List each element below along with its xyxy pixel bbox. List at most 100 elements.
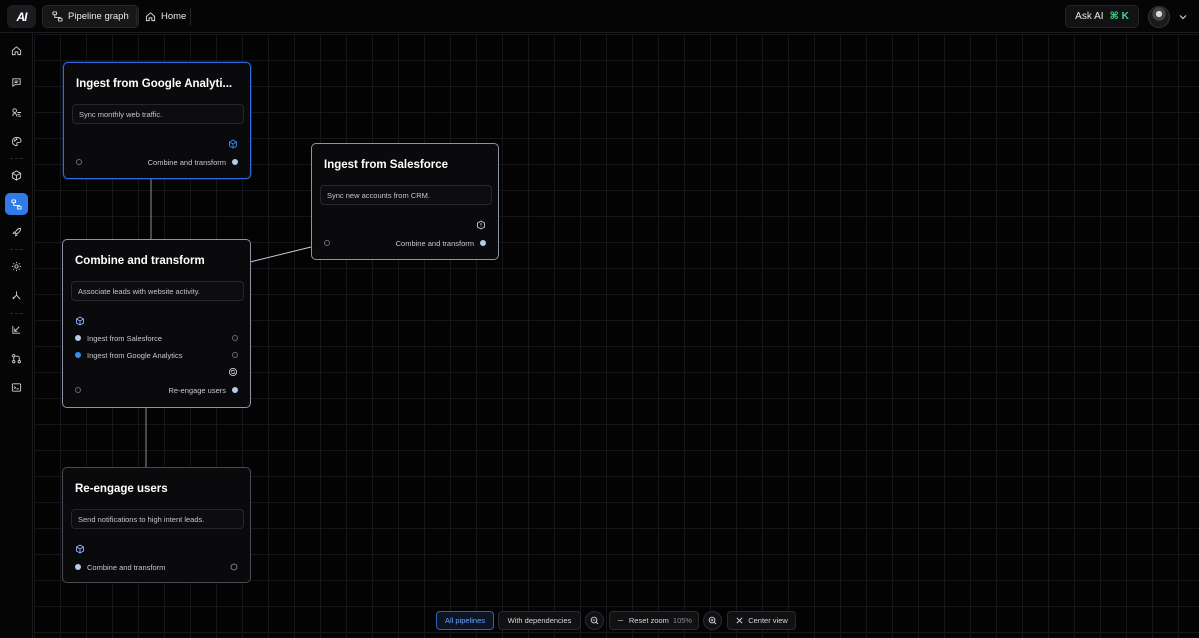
node-ingest-salesforce[interactable]: Ingest from Salesforce Sync new accounts…: [311, 143, 499, 260]
node-ingest-google-analytics[interactable]: Ingest from Google Analyti... Sync month…: [63, 62, 251, 179]
pipeline-icon: [11, 198, 22, 210]
avatar: [1148, 5, 1170, 28]
ask-ai-button[interactable]: Ask AI ⌘ K: [1065, 5, 1139, 28]
salesforce-icon: [477, 220, 485, 230]
sidebar-item-palette[interactable]: [5, 130, 28, 152]
close-icon: [736, 617, 743, 624]
sidebar-item-deploy[interactable]: [5, 221, 28, 243]
node-port-row: Combine and transform: [324, 238, 486, 248]
node-description[interactable]: Associate leads with website activity.: [71, 281, 244, 301]
graph-icon: [52, 11, 63, 22]
connector-port[interactable]: [232, 335, 238, 341]
with-dependencies-button[interactable]: With dependencies: [498, 611, 581, 630]
rocket-icon: [12, 227, 22, 237]
tab-pipeline-graph[interactable]: Pipeline graph: [42, 5, 139, 28]
zoom-out-icon: [590, 616, 599, 625]
node-port-row: Combine and transform: [76, 157, 238, 167]
input-port[interactable]: [75, 387, 81, 393]
output-port[interactable]: [232, 387, 238, 393]
input-label: Ingest from Salesforce: [87, 333, 163, 343]
sidebar-item-box[interactable]: [5, 164, 28, 186]
sidebar-divider: [10, 313, 23, 314]
sidebar-item-terminal[interactable]: [5, 376, 28, 398]
palette-icon: [11, 136, 22, 146]
sidebar-item-home[interactable]: [5, 39, 28, 61]
node-action-icon[interactable]: [230, 563, 238, 571]
center-view-label: Center view: [748, 616, 788, 625]
zoom-out-button[interactable]: [585, 611, 604, 630]
input-port[interactable]: [75, 335, 81, 341]
zoom-in-icon: [708, 616, 717, 625]
top-bar: AI Pipeline graph Home Ask AI ⌘ K: [0, 0, 1199, 33]
gear-icon: [11, 261, 22, 271]
reset-zoom-label: Reset zoom: [628, 616, 669, 625]
sidebar-divider: [10, 158, 23, 159]
tab-label: Home: [161, 11, 187, 22]
output-port[interactable]: [232, 159, 238, 165]
sidebar: [0, 33, 33, 638]
app-logo[interactable]: AI: [7, 5, 36, 28]
sidebar-item-import[interactable]: [5, 318, 28, 340]
sidebar-item-pipelines[interactable]: [5, 193, 28, 215]
reset-zoom-button[interactable]: Reset zoom 105%: [609, 611, 699, 630]
input-label: Ingest from Google Analytics: [87, 350, 183, 360]
sidebar-item-agent[interactable]: [5, 101, 28, 123]
chevron-down-icon: [1179, 14, 1187, 19]
all-pipelines-button[interactable]: All pipelines: [436, 611, 494, 630]
node-title: Re-engage users: [75, 483, 168, 495]
input-port[interactable]: [324, 240, 330, 246]
chat-icon: [12, 77, 21, 87]
refresh-icon: [228, 367, 238, 377]
account-menu[interactable]: [1144, 5, 1192, 28]
connector-port[interactable]: [232, 352, 238, 358]
zoom-level: 105%: [672, 616, 693, 625]
input-port[interactable]: [75, 564, 81, 570]
node-title: Ingest from Salesforce: [324, 159, 448, 171]
pipeline-canvas[interactable]: Ingest from Google Analyti... Sync month…: [34, 34, 1199, 638]
zoom-in-button[interactable]: [703, 611, 722, 630]
node-title: Combine and transform: [75, 255, 205, 267]
node-re-engage-users[interactable]: Re-engage users Send notifications to hi…: [62, 467, 251, 583]
reset-icon: [617, 620, 624, 621]
node-input-row: Ingest from Google Analytics: [75, 350, 238, 360]
node-description[interactable]: Sync monthly web traffic.: [72, 104, 244, 124]
input-port[interactable]: [76, 159, 82, 165]
tab-divider: [190, 8, 191, 25]
git-icon: [12, 353, 21, 363]
output-label: Combine and transform: [147, 157, 226, 167]
sidebar-item-settings[interactable]: [5, 255, 28, 277]
node-port-row: Re-engage users: [75, 385, 238, 395]
output-port[interactable]: [480, 240, 486, 246]
sidebar-item-chat[interactable]: [5, 71, 28, 93]
home-icon: [145, 12, 156, 22]
box-icon: [76, 316, 84, 326]
output-label: Combine and transform: [395, 238, 474, 248]
box-icon: [11, 169, 22, 181]
agent-icon: [12, 107, 22, 117]
all-pipelines-label: All pipelines: [444, 616, 486, 625]
box-icon: [229, 139, 237, 149]
tree-icon: [12, 290, 21, 299]
sidebar-item-tree[interactable]: [5, 284, 28, 306]
import-icon: [12, 325, 21, 334]
input-label: Combine and transform: [87, 562, 166, 572]
with-dependencies-label: With dependencies: [507, 616, 572, 625]
tab-home[interactable]: Home: [136, 5, 195, 28]
node-input-row: Combine and transform: [75, 562, 238, 572]
terminal-icon: [11, 382, 22, 392]
node-input-row: Ingest from Salesforce: [75, 333, 238, 343]
edge-salesforce-to-combine: [249, 246, 312, 263]
ask-ai-label: Ask AI: [1075, 11, 1104, 22]
center-view-button[interactable]: Center view: [727, 611, 796, 630]
home-icon: [11, 45, 22, 55]
input-port[interactable]: [75, 352, 81, 358]
box-icon: [76, 544, 84, 554]
node-description[interactable]: Send notifications to high intent leads.: [71, 509, 244, 529]
output-label: Re-engage users: [168, 385, 226, 395]
node-description[interactable]: Sync new accounts from CRM.: [320, 185, 492, 205]
sidebar-item-git[interactable]: [5, 347, 28, 369]
node-combine-and-transform[interactable]: Combine and transform Associate leads wi…: [62, 239, 251, 408]
node-title: Ingest from Google Analyti...: [76, 78, 233, 90]
tab-label: Pipeline graph: [68, 11, 129, 22]
ask-ai-shortcut: ⌘ K: [1109, 11, 1129, 22]
